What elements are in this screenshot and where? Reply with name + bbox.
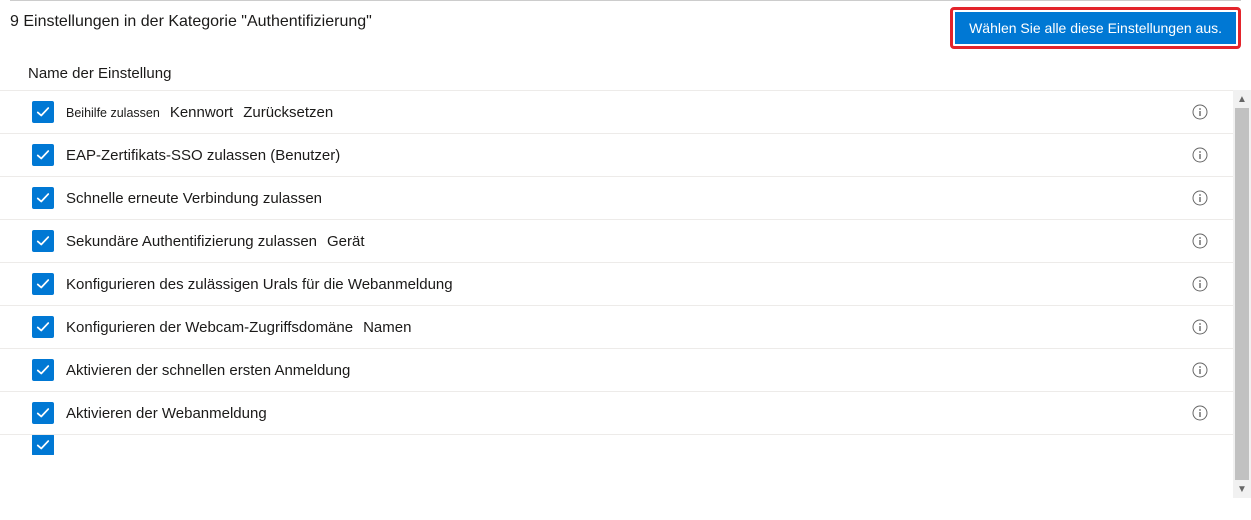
checkbox[interactable] [32,359,54,381]
info-icon[interactable] [1191,318,1209,336]
setting-label: EAP-Zertifikats-SSO zulassen (Benutzer) [66,147,1191,164]
select-all-button[interactable]: Wählen Sie alle diese Einstellungen aus. [955,12,1236,44]
label-main: Kennwort [170,104,233,121]
setting-label: Konfigurieren des zulässigen Urals für d… [66,276,1191,293]
setting-label: Beihilfe zulassen Kennwort Zurücksetzen [66,104,1191,121]
info-icon[interactable] [1191,189,1209,207]
scrollbar[interactable]: ▲ ▼ [1233,90,1251,498]
settings-title: Einstellungen in der Kategorie "Authenti… [23,13,371,30]
category-title: 9 Einstellungen in der Kategorie "Authen… [10,13,372,31]
settings-row[interactable]: Schnelle erneute Verbindung zulassen [0,177,1233,220]
checkbox[interactable] [32,402,54,424]
setting-label: Aktivieren der Webanmeldung [66,405,1191,422]
setting-label: Konfigurieren der Webcam-Zugriffsdomäne N… [66,319,1191,336]
label-main: Konfigurieren des zulässigen Urals für d… [66,276,453,293]
label-main: Sekundäre Authentifizierung zulassen [66,233,317,250]
scroll-down-arrow[interactable]: ▼ [1233,480,1251,498]
checkbox[interactable] [32,230,54,252]
info-icon[interactable] [1191,361,1209,379]
checkbox[interactable] [32,144,54,166]
checkbox[interactable] [32,101,54,123]
settings-count: 9 [10,13,19,30]
setting-label: Sekundäre Authentifizierung zulassen Gerä… [66,233,1191,250]
info-icon[interactable] [1191,103,1209,121]
info-icon[interactable] [1191,232,1209,250]
settings-row[interactable]: EAP-Zertifikats-SSO zulassen (Benutzer) [0,134,1233,177]
settings-row[interactable]: Sekundäre Authentifizierung zulassen Gerä… [0,220,1233,263]
settings-row[interactable]: Konfigurieren der Webcam-Zugriffsdomäne N… [0,306,1233,349]
checkbox[interactable] [32,435,54,455]
label-main: EAP-Zertifikats-SSO zulassen (Benutzer) [66,147,340,164]
scroll-up-arrow[interactable]: ▲ [1233,90,1251,108]
info-icon[interactable] [1191,275,1209,293]
settings-row[interactable]: Aktivieren der Webanmeldung [0,392,1233,435]
checkbox[interactable] [32,316,54,338]
setting-label: Schnelle erneute Verbindung zulassen [66,190,1191,207]
setting-label: Aktivieren der schnellen ersten Anmeldun… [66,362,1191,379]
info-icon[interactable] [1191,146,1209,164]
label-main: Aktivieren der Webanmeldung [66,405,267,422]
label-main: Konfigurieren der Webcam-Zugriffsdomäne [66,319,353,336]
settings-scroll-area: Beihilfe zulassen Kennwort Zurücksetzen EAP… [0,90,1251,498]
info-icon[interactable] [1191,404,1209,422]
checkbox[interactable] [32,273,54,295]
top-divider [10,0,1241,1]
label-small: Beihilfe zulassen [66,106,160,120]
scroll-thumb[interactable] [1235,108,1249,480]
label-extra: Gerät [327,233,365,250]
select-all-highlight: Wählen Sie alle diese Einstellungen aus. [950,7,1241,49]
checkbox[interactable] [32,187,54,209]
label-extra: Namen [363,319,411,336]
settings-row[interactable]: Aktivieren der schnellen ersten Anmeldun… [0,349,1233,392]
settings-row[interactable]: Beihilfe zulassen Kennwort Zurücksetzen [0,90,1233,134]
settings-list: Beihilfe zulassen Kennwort Zurücksetzen EAP… [0,90,1233,498]
settings-row[interactable]: Konfigurieren des zulässigen Urals für d… [0,263,1233,306]
settings-row-partial[interactable] [0,435,1233,455]
label-main: Aktivieren der schnellen ersten Anmeldun… [66,362,350,379]
label-main: Schnelle erneute Verbindung zulassen [66,190,322,207]
header-row: 9 Einstellungen in der Kategorie "Authen… [0,13,1251,49]
column-header: Name der Einstellung [0,57,1251,90]
label-extra: Zurücksetzen [243,104,333,121]
